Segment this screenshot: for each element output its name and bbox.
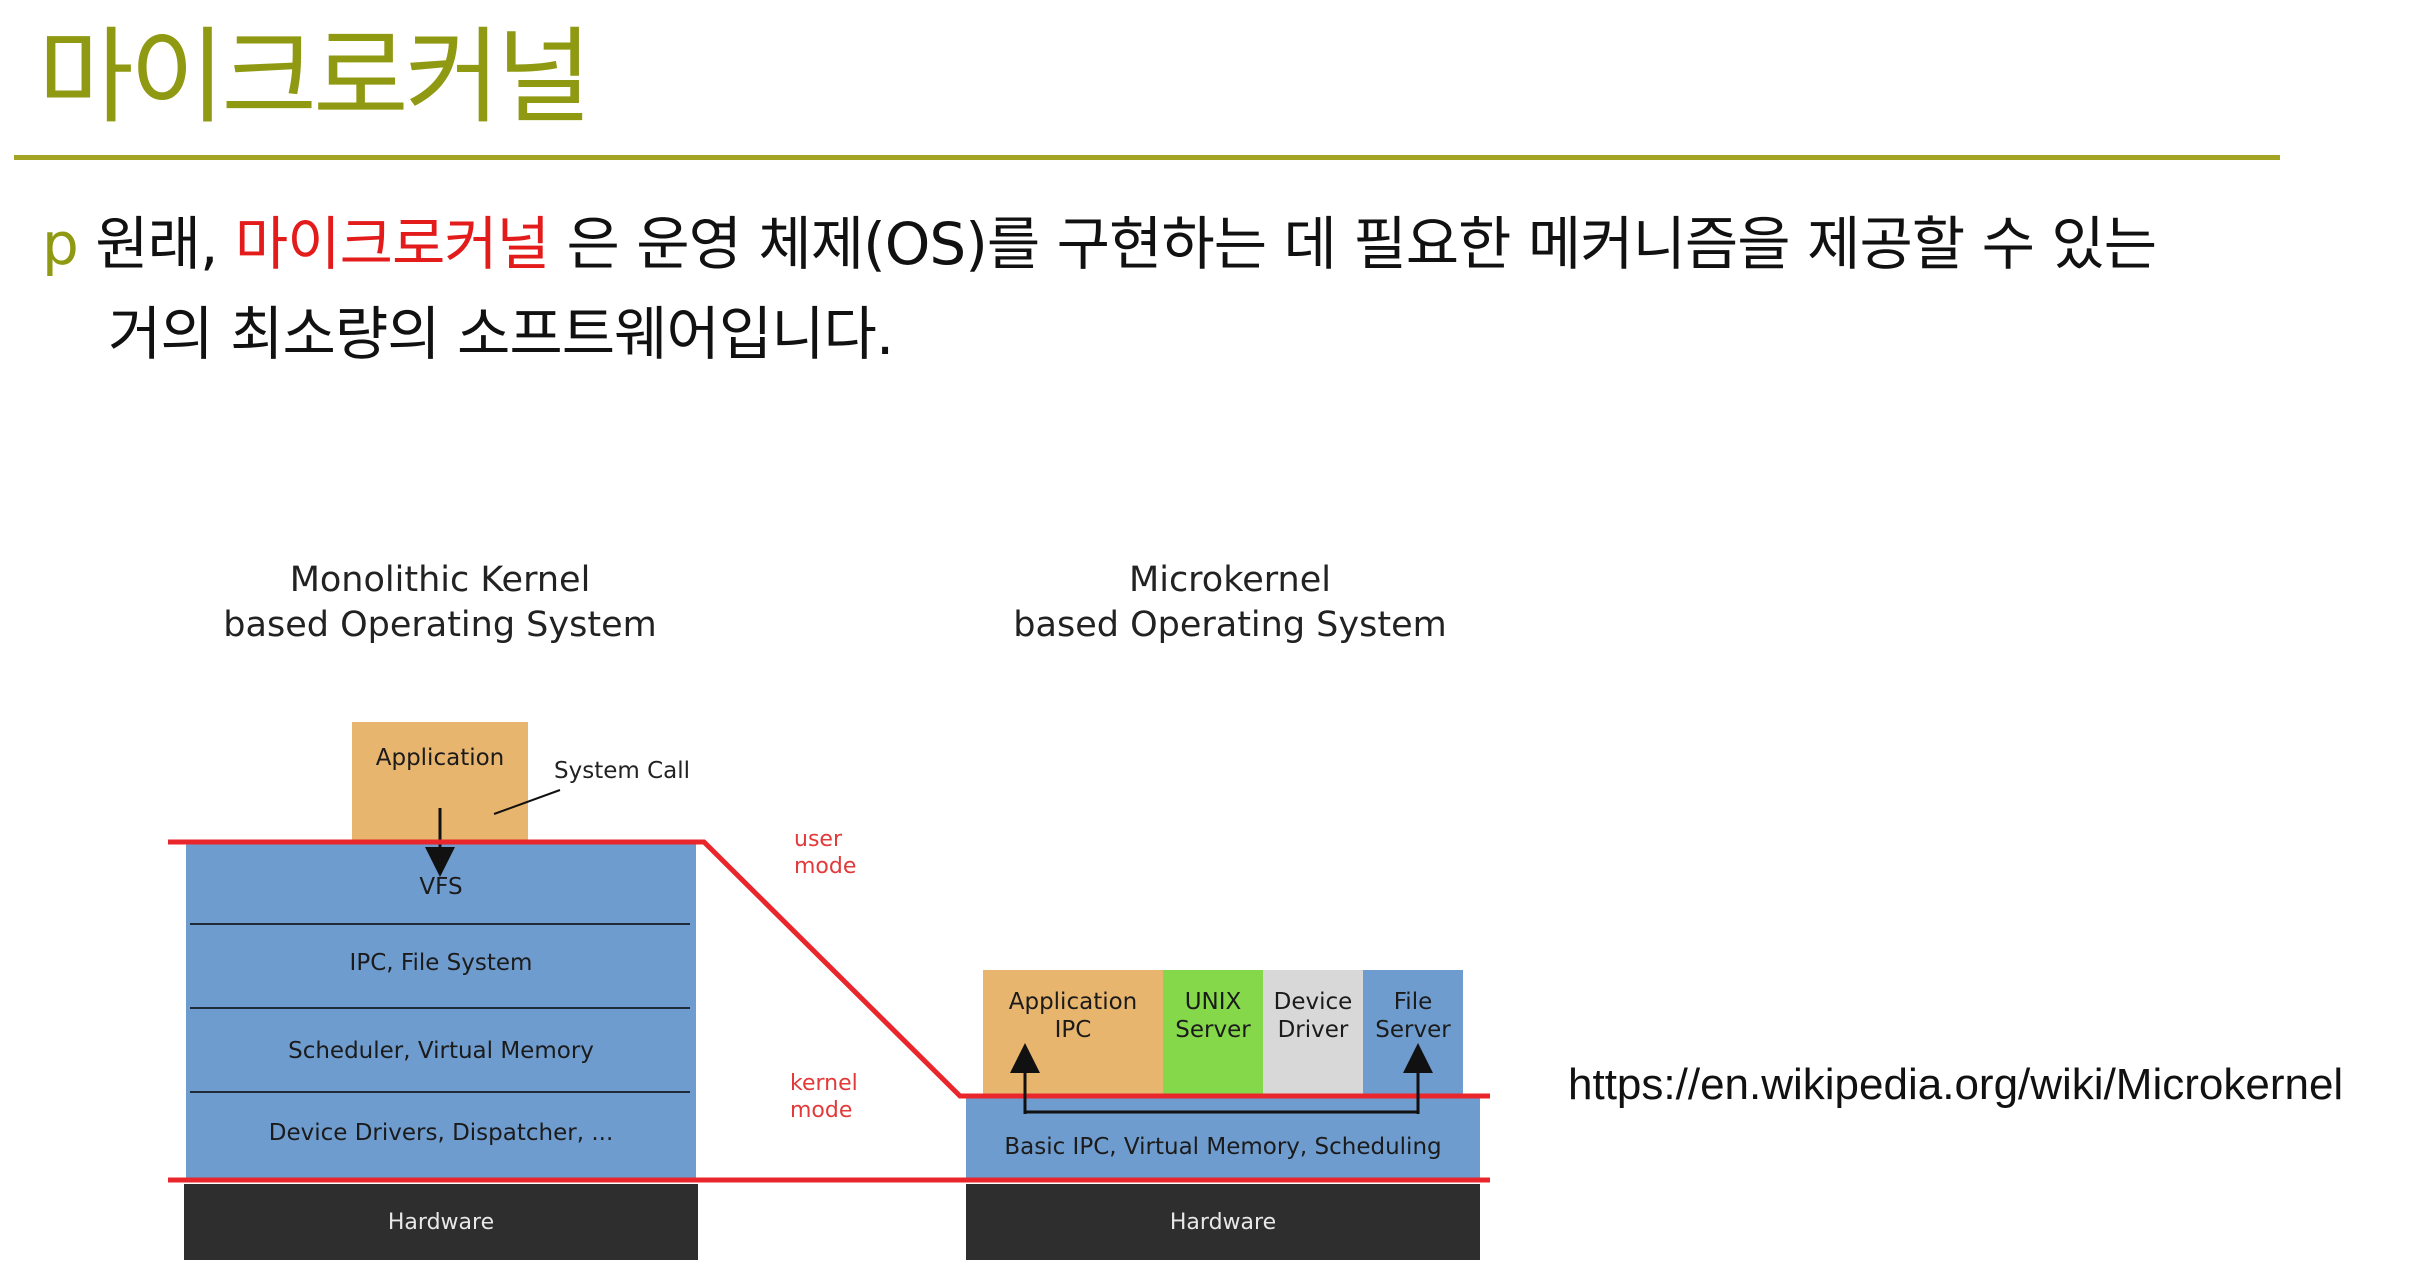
user-mode-line2: mode xyxy=(794,854,857,879)
source-url: https://en.wikipedia.org/wiki/Microkerne… xyxy=(1568,1060,2344,1109)
ipc-path xyxy=(1023,1110,1420,1114)
user-mode-line1: user xyxy=(794,827,842,852)
mode-boundary-line xyxy=(168,839,1490,1099)
kernel-mode-label: kernel mode xyxy=(790,1070,858,1124)
kernel-mode-line2: mode xyxy=(790,1098,853,1123)
kernel-mode-line1: kernel xyxy=(790,1071,858,1096)
system-call-pointer xyxy=(493,789,561,815)
user-mode-label: user mode xyxy=(794,826,856,880)
